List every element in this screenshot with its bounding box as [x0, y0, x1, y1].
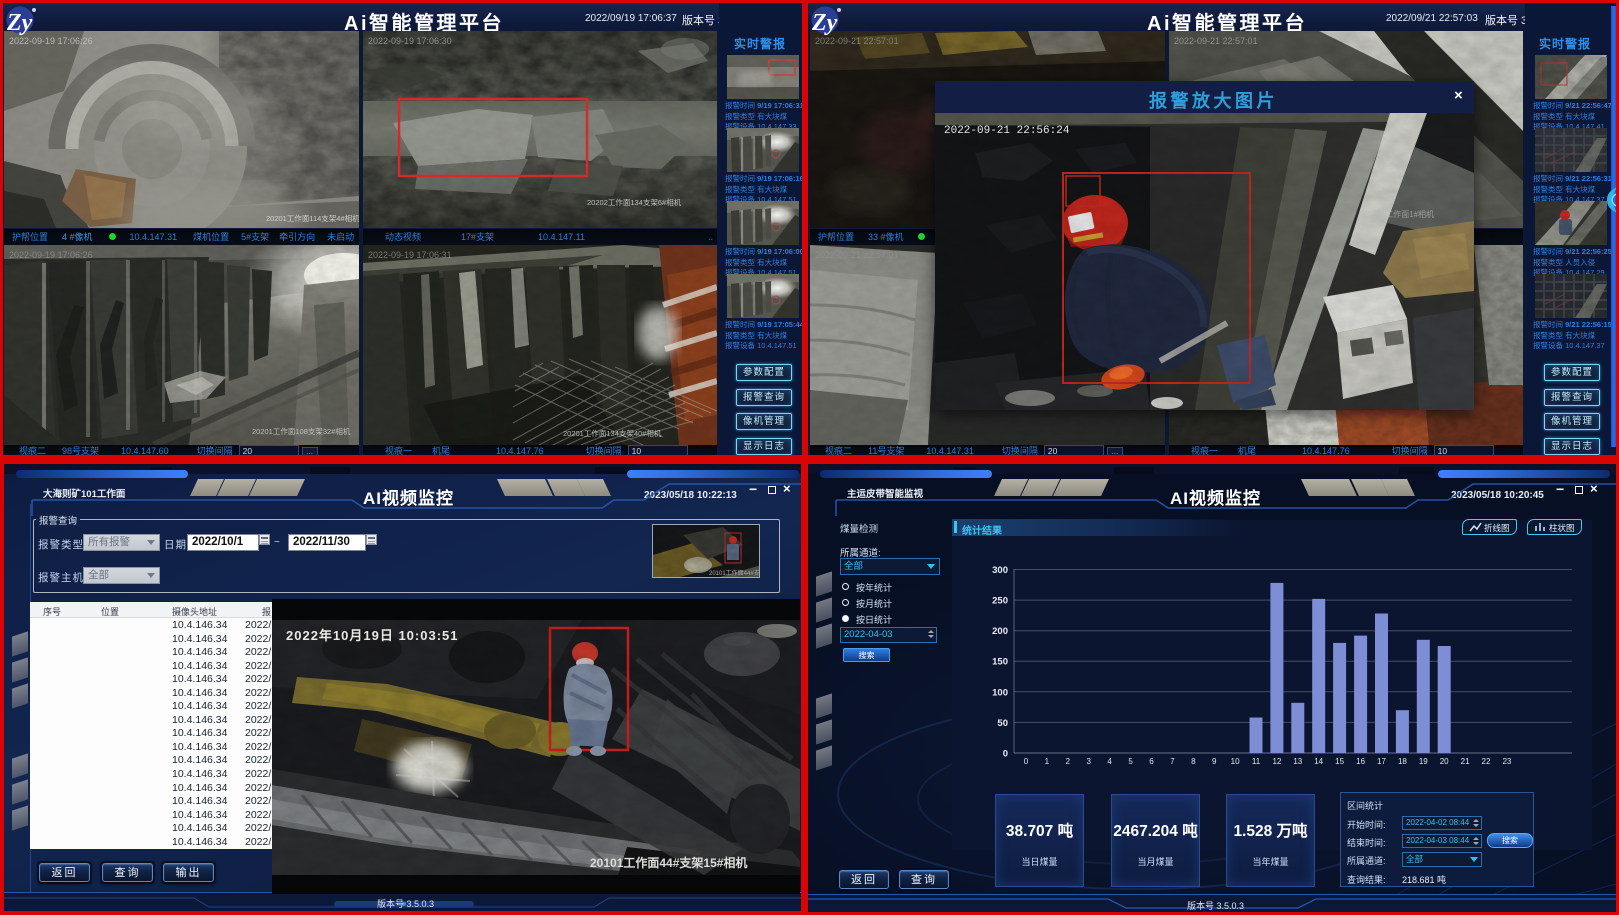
svg-text:100: 100: [992, 687, 1008, 698]
svg-text:18: 18: [1398, 757, 1407, 766]
svg-text:50: 50: [997, 718, 1008, 729]
svg-text:2022-09-21 22:57:01: 2022-09-21 22:57:01: [1174, 36, 1258, 46]
svg-text:300: 300: [992, 565, 1008, 576]
svg-text:200: 200: [992, 626, 1008, 637]
svg-text:6: 6: [1149, 757, 1154, 766]
svg-text:21: 21: [1461, 757, 1470, 766]
svg-text:5: 5: [1128, 757, 1133, 766]
svg-text:2022年10月19日 10:03:51: 2022年10月19日 10:03:51: [286, 628, 459, 643]
svg-text:20101工作面44#支架15#相机: 20101工作面44#支架15#相机: [590, 855, 747, 870]
svg-text:Zy: Zy: [6, 10, 33, 36]
svg-text:19: 19: [1419, 757, 1428, 766]
svg-text:17: 17: [1377, 757, 1386, 766]
svg-text:14: 14: [1314, 757, 1323, 766]
svg-text:4: 4: [1107, 757, 1112, 766]
svg-text:Zy: Zy: [811, 10, 838, 36]
svg-text:10: 10: [1231, 757, 1240, 766]
svg-text:9: 9: [1212, 757, 1217, 766]
svg-text:22: 22: [1482, 757, 1491, 766]
svg-text:250: 250: [992, 596, 1008, 607]
svg-text:0: 0: [1003, 749, 1008, 760]
svg-text:150: 150: [992, 657, 1008, 668]
svg-text:2022-09-21 22:56:24: 2022-09-21 22:56:24: [944, 125, 1070, 137]
svg-text:20201工作面1#相机: 20201工作面1#相机: [1363, 209, 1434, 219]
svg-text:0: 0: [1024, 757, 1029, 766]
svg-text:2022-09-21 22:57:01: 2022-09-21 22:57:01: [815, 250, 899, 260]
svg-text:2: 2: [1066, 757, 1071, 766]
svg-text:3: 3: [1086, 757, 1091, 766]
svg-text:20101工作面44#支架15#相机: 20101工作面44#支架15#相机: [709, 569, 760, 577]
svg-text:20: 20: [1440, 757, 1449, 766]
svg-text:7: 7: [1170, 757, 1175, 766]
svg-text:1: 1: [1045, 757, 1050, 766]
svg-text:11: 11: [1252, 757, 1261, 766]
svg-text:15: 15: [1335, 757, 1344, 766]
svg-text:13: 13: [1293, 757, 1302, 766]
svg-text:12: 12: [1272, 757, 1281, 766]
svg-text:16: 16: [1356, 757, 1365, 766]
svg-text:23: 23: [1502, 757, 1511, 766]
svg-text:8: 8: [1191, 757, 1196, 766]
svg-text:2022-09-21 22:57:01: 2022-09-21 22:57:01: [815, 36, 899, 46]
